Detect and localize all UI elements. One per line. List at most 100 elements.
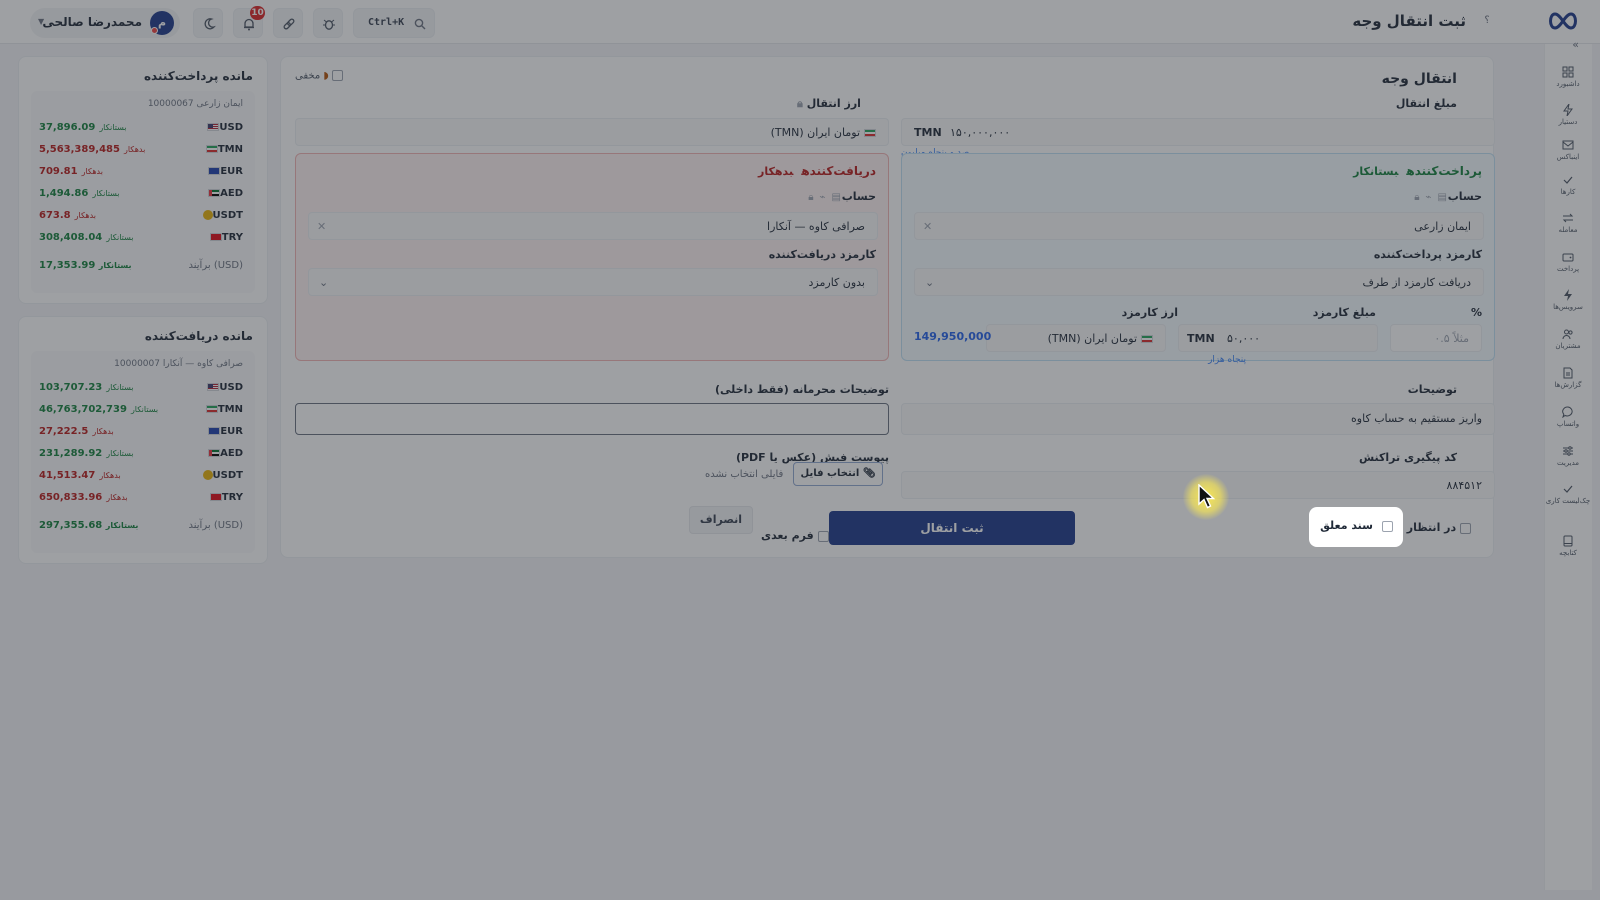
payer-balance-title: مانده پرداخت‌کننده xyxy=(143,69,253,83)
next-form-toggle[interactable]: فرم بعدی xyxy=(761,529,829,542)
document-icon[interactable]: ▤ xyxy=(1438,192,1447,203)
report-icon xyxy=(1563,367,1573,379)
lock-icon[interactable]: 🔒︎ xyxy=(808,192,813,203)
sidebar-nav: « داشبورد دستیار اینباکس کارها معامله پر… xyxy=(1544,38,1592,890)
document-icon[interactable]: ▤ xyxy=(832,192,841,203)
collapse-sidebar-icon[interactable]: « xyxy=(1572,38,1579,51)
attachment-status: فایلی انتخاب نشده xyxy=(705,469,784,480)
cancel-button[interactable]: انصراف xyxy=(689,506,753,534)
balance-row: TRY 650,833.96 بدهکار xyxy=(39,492,243,503)
theme-toggle-button[interactable] xyxy=(193,8,223,38)
receiver-balance-subtitle: صرافی کاوه — آنکارا 10000007 xyxy=(114,359,243,369)
search-icon xyxy=(414,18,426,30)
tether-coin-icon xyxy=(202,210,213,220)
submit-transfer-button[interactable]: ثبت انتقال xyxy=(829,511,1075,545)
fee-amount-in-words: پنجاه هزار xyxy=(1208,355,1246,365)
fee-currency-select[interactable]: تومان ایران (TMN) xyxy=(986,324,1166,352)
receiver-fee-select[interactable]: بدون کارمزد ⌄ xyxy=(308,268,878,296)
lock-icon[interactable]: 🔒︎ xyxy=(1414,192,1419,203)
payer-account-value: ایمان زارعی xyxy=(1414,220,1471,233)
fee-currency-value: تومان ایران (TMN) xyxy=(1047,332,1137,345)
account-actions: 🔒︎ ⌁ ▤ xyxy=(805,192,844,203)
pending-checkbox[interactable] xyxy=(1460,522,1471,534)
clear-icon[interactable]: ✕ xyxy=(923,220,932,233)
payer-fee-value: دریافت کارمزد از طرف xyxy=(1362,276,1471,289)
choose-file-button[interactable]: 📎︎ انتخاب فایل xyxy=(793,462,883,486)
payer-balance-list: ایمان زارعی 10000067 USD 37,896.09 بستانکا… xyxy=(31,91,255,293)
sidebar-item-reports[interactable]: گزارش‌ها xyxy=(1544,367,1592,403)
payer-fee-label: کارمزد پرداخت‌کننده xyxy=(1373,248,1482,261)
sidebar-item-inbox[interactable]: اینباکس xyxy=(1544,139,1592,175)
sidebar-item-checklist[interactable]: چک‌لیست کاری xyxy=(1544,483,1592,519)
sidebar-item-payment[interactable]: پرداخت xyxy=(1544,251,1592,287)
exchange-icon xyxy=(1562,213,1574,223)
hidden-toggle[interactable]: ◗ مخفی xyxy=(295,70,343,86)
sidebar-item-whatsapp[interactable]: واتساپ xyxy=(1544,406,1592,442)
paperclip-icon: 📎︎ xyxy=(862,468,876,479)
description-value: واریز مستقیم به حساب کاوه xyxy=(1351,412,1482,425)
receiver-title: دریافت‌کنندهبدهکار xyxy=(757,164,876,178)
net-total-value: 149,950,000 xyxy=(914,330,992,343)
iran-flag-icon xyxy=(864,129,876,137)
balance-row: EUR 709.81 بدهکار xyxy=(39,166,243,177)
status-badge: بستانکار xyxy=(1353,165,1399,178)
amount-input[interactable]: ۱۵۰,۰۰۰,۰۰۰ TMN xyxy=(901,118,1495,146)
sidebar-item-customers[interactable]: مشتریان xyxy=(1544,328,1592,364)
link-button[interactable] xyxy=(273,8,303,38)
help-icon[interactable]: ؟ xyxy=(1480,15,1494,29)
chevron-down-icon: ⌄ xyxy=(925,276,935,289)
link-icon xyxy=(283,18,295,30)
receiver-account-select[interactable]: صرافی کاوه — آنکارا ✕ xyxy=(308,212,878,240)
payer-account-select[interactable]: ایمان زارعی ✕ xyxy=(914,212,1484,240)
sidebar-item-label: کتابچه xyxy=(1559,549,1577,557)
chat-icon xyxy=(1562,406,1573,418)
sidebar-item-services[interactable]: سرویس‌ها xyxy=(1544,289,1592,325)
hidden-checkbox[interactable] xyxy=(331,70,343,81)
clear-icon[interactable]: ✕ xyxy=(317,220,326,233)
turkey-flag-icon xyxy=(209,233,222,241)
activity-icon[interactable]: ⌁ xyxy=(1426,192,1432,203)
iran-flag-icon xyxy=(1141,335,1153,343)
payer-title: پرداخت‌کنندهبستانکار xyxy=(1353,164,1482,178)
sidebar-item-tasks[interactable]: کارها xyxy=(1544,174,1592,210)
next-form-checkbox[interactable] xyxy=(817,530,829,542)
search-button[interactable]: Ctrl+K xyxy=(353,8,435,38)
fee-amount-label: مبلغ کارمزد xyxy=(1312,306,1376,319)
sidebar-item-management[interactable]: مدیریت xyxy=(1544,445,1592,481)
tracking-code-label: کد پیگیری تراکنش xyxy=(1358,451,1457,464)
currency-select[interactable]: تومان ایران (TMN) xyxy=(295,118,889,146)
chevron-down-icon: ⌄ xyxy=(319,276,329,289)
sidebar-item-dashboard[interactable]: داشبورد xyxy=(1544,66,1592,102)
service-icon xyxy=(1564,289,1572,301)
user-name: محمدرضا صالحی xyxy=(42,15,142,29)
bug-icon xyxy=(323,19,335,30)
sidebar-item-label: پرداخت xyxy=(1556,265,1580,273)
currency-label: ارز انتقال 🔒︎ xyxy=(797,97,861,110)
sidebar-item-label: چک‌لیست کاری xyxy=(1545,497,1591,505)
notifications-button[interactable]: 10 xyxy=(233,6,265,38)
sidebar-item-handbook[interactable]: کتابچه xyxy=(1544,535,1592,571)
user-menu[interactable]: ▼ محمدرضا صالحی م xyxy=(30,8,180,38)
description-input[interactable]: واریز مستقیم به حساب کاوه xyxy=(901,403,1495,435)
tracking-code-value: ۸۸۴۵۱۲ xyxy=(1446,479,1482,492)
payer-account-label: حساب xyxy=(1447,190,1482,203)
fee-percent-input[interactable]: مثلاً ۰.۵ xyxy=(1390,324,1482,352)
sidebar-item-label: واتساپ xyxy=(1556,420,1580,428)
private-notes-input[interactable] xyxy=(295,403,889,435)
payer-fee-select[interactable]: دریافت کارمزد از طرف ⌄ xyxy=(914,268,1484,296)
search-shortcut: Ctrl+K xyxy=(368,17,405,28)
fee-percent-label: % xyxy=(1470,306,1482,319)
eye-off-icon: ◗ xyxy=(323,70,329,82)
sidebar-item-trade[interactable]: معامله xyxy=(1544,212,1592,248)
suspended-document-toggle[interactable]: سند معلق xyxy=(1309,507,1403,547)
amount-currency: TMN xyxy=(914,126,942,139)
suspended-checkbox[interactable] xyxy=(1382,521,1393,532)
wallet-icon xyxy=(1562,253,1574,262)
fee-amount-input[interactable]: ۵۰,۰۰۰ TMN xyxy=(1178,324,1378,352)
bug-report-button[interactable] xyxy=(313,8,343,38)
description-label: توضیحات xyxy=(1407,383,1457,396)
activity-icon[interactable]: ⌁ xyxy=(820,192,826,203)
receiver-fee-label: کارمزد دریافت‌کننده xyxy=(768,248,876,261)
infinity-logo-icon[interactable] xyxy=(1546,10,1580,32)
sidebar-item-assistant[interactable]: دستیار xyxy=(1544,104,1592,140)
